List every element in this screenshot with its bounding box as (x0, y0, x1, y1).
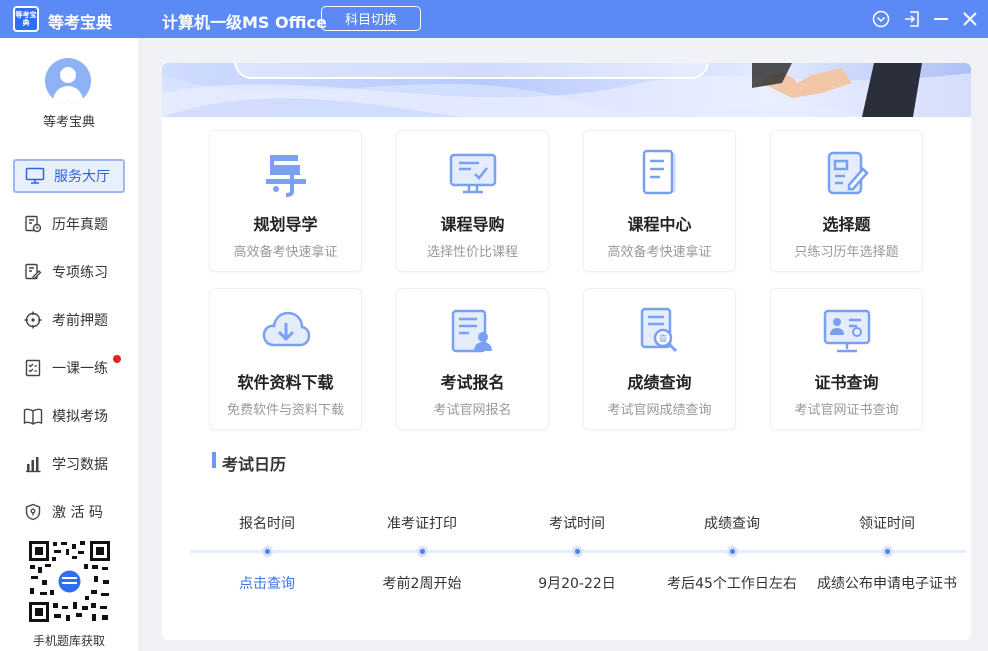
avatar[interactable] (45, 58, 91, 104)
timeline-head-score-query: 成绩查询 (704, 516, 760, 532)
timeline-value-certificate: 成绩公布申请电子证书 (817, 576, 957, 592)
tile-title: 软件资料下载 (237, 373, 334, 392)
logout-icon[interactable] (901, 8, 923, 30)
edit-form-icon (827, 151, 869, 195)
tile-title: 成绩查询 (627, 373, 692, 392)
tile-study-guide[interactable]: 规划导学 高效备考快速拿证 (209, 130, 362, 272)
banner-search-pill (234, 63, 709, 79)
monitor-icon (25, 166, 45, 186)
subject-switch-button[interactable]: 科目切换 (321, 6, 421, 31)
sidebar-item-activation-code[interactable]: 激 活 码 (13, 495, 125, 529)
sidebar-item-mock-exam[interactable]: 模拟考场 (13, 399, 125, 433)
tile-subtitle: 考试官网成绩查询 (607, 403, 712, 418)
section-marker (212, 452, 216, 468)
tile-course-center[interactable]: 课程中心 高效备考快速拿证 (583, 130, 736, 272)
screen-check-icon (449, 153, 496, 194)
tile-subtitle: 免费软件与资料下载 (226, 403, 344, 418)
timeline-dot (572, 546, 583, 557)
timeline-value-admission-ticket: 考前2周开始 (382, 576, 462, 592)
crosshair-icon (23, 310, 43, 330)
exam-calendar-title: 考试日历 (222, 455, 287, 474)
tile-subtitle: 考试官网报名 (433, 403, 512, 418)
timeline-dot (727, 546, 738, 557)
sidebar-item-label: 模拟考场 (52, 409, 108, 425)
app-name: 等考宝典 (48, 13, 113, 32)
qr-code (28, 540, 111, 623)
document-stack-icon (642, 149, 676, 195)
cloud-download-icon (262, 311, 310, 347)
tile-subtitle: 高效备考快速拿证 (233, 245, 338, 260)
sidebar-item-special-practice[interactable]: 专项练习 (13, 255, 125, 289)
notification-dot (113, 355, 121, 363)
edit-document-icon (23, 262, 43, 282)
timeline-dot (882, 546, 893, 557)
timeline-head-certificate: 领证时间 (859, 516, 915, 532)
tile-subtitle: 考试官网证书查询 (794, 403, 899, 418)
sidebar-item-lesson-practice[interactable]: 一课一练 (13, 351, 125, 385)
sidebar-item-label: 服务大厅 (54, 169, 110, 185)
guide-icon (265, 155, 306, 197)
document-clock-icon (23, 214, 43, 234)
sidebar-item-label: 学习数据 (52, 457, 108, 473)
timeline-value-score-query: 考后45个工作日左右 (667, 576, 797, 592)
sidebar-item-service-hall[interactable]: 服务大厅 (13, 159, 125, 193)
timeline-value-exam-time: 9月20-22日 (538, 576, 616, 592)
tile-title: 选择题 (822, 215, 871, 234)
banner-hand-illustration (752, 63, 852, 98)
sidebar-item-label: 专项练习 (52, 265, 108, 281)
tile-title: 考试报名 (440, 373, 505, 392)
sidebar-item-study-data[interactable]: 学习数据 (13, 447, 125, 481)
tile-multiple-choice[interactable]: 选择题 只练习历年选择题 (770, 130, 923, 272)
sidebar-item-predictions[interactable]: 考前押题 (13, 303, 125, 337)
sidebar-item-label: 考前押题 (52, 313, 108, 329)
tile-title: 规划导学 (253, 215, 318, 234)
tile-certificate-query[interactable]: 证书查询 考试官网证书查询 (770, 288, 923, 430)
shield-icon (23, 502, 43, 522)
main-panel: 规划导学 高效备考快速拿证 课程导购 选择性价比课程 课程中心 高效备考快速拿证… (162, 63, 971, 640)
sidebar-item-label: 一课一练 (52, 361, 108, 377)
logo-text: 等考宝典 (15, 8, 37, 30)
score-search-icon: 查 (640, 307, 677, 353)
promo-banner[interactable] (162, 63, 971, 117)
certificate-search-icon (823, 309, 870, 353)
tile-subtitle: 选择性价比课程 (426, 245, 518, 260)
timeline-head-admission-ticket: 准考证打印 (387, 516, 457, 532)
timeline-dot (262, 546, 273, 557)
tile-subtitle: 高效备考快速拿证 (607, 245, 712, 260)
timeline-head-exam-time: 考试时间 (549, 516, 605, 532)
sidebar: 等考宝典 服务大厅 历年真题 专项练习 考前押题 一课一练 模拟考场 学习数据 … (0, 38, 138, 651)
svg-text:查: 查 (658, 333, 667, 345)
registration-icon (451, 309, 492, 353)
title-bar: 等考宝典 等考宝典 计算机一级MS Office 科目切换 (0, 0, 988, 38)
timeline-head-registration: 报名时间 (239, 516, 295, 532)
bar-chart-icon (23, 454, 43, 474)
tile-course-shop[interactable]: 课程导购 选择性价比课程 (396, 130, 549, 272)
tile-subtitle: 只练习历年选择题 (794, 245, 899, 260)
checklist-icon (23, 358, 43, 378)
qr-caption: 手机题库获取 (32, 634, 105, 648)
close-icon[interactable] (959, 8, 981, 30)
app-logo: 等考宝典 (13, 6, 39, 32)
tile-title: 课程导购 (440, 215, 505, 234)
dropdown-circle-icon[interactable] (870, 8, 892, 30)
tile-title: 课程中心 (627, 215, 692, 234)
registration-query-link[interactable]: 点击查询 (189, 573, 345, 593)
tile-title: 证书查询 (814, 373, 879, 392)
sidebar-item-past-exams[interactable]: 历年真题 (13, 207, 125, 241)
tile-score-query[interactable]: 查 成绩查询 考试官网成绩查询 (583, 288, 736, 430)
timeline-dot (417, 546, 428, 557)
subject-title: 计算机一级MS Office (162, 13, 327, 32)
sidebar-item-label: 历年真题 (52, 217, 108, 233)
tile-software-download[interactable]: 软件资料下载 免费软件与资料下载 (209, 288, 362, 430)
book-open-icon (23, 406, 43, 426)
minimize-icon[interactable] (930, 8, 952, 30)
sidebar-item-label: 激 活 码 (52, 505, 103, 521)
user-name: 等考宝典 (42, 115, 95, 130)
tile-exam-registration[interactable]: 考试报名 考试官网报名 (396, 288, 549, 430)
